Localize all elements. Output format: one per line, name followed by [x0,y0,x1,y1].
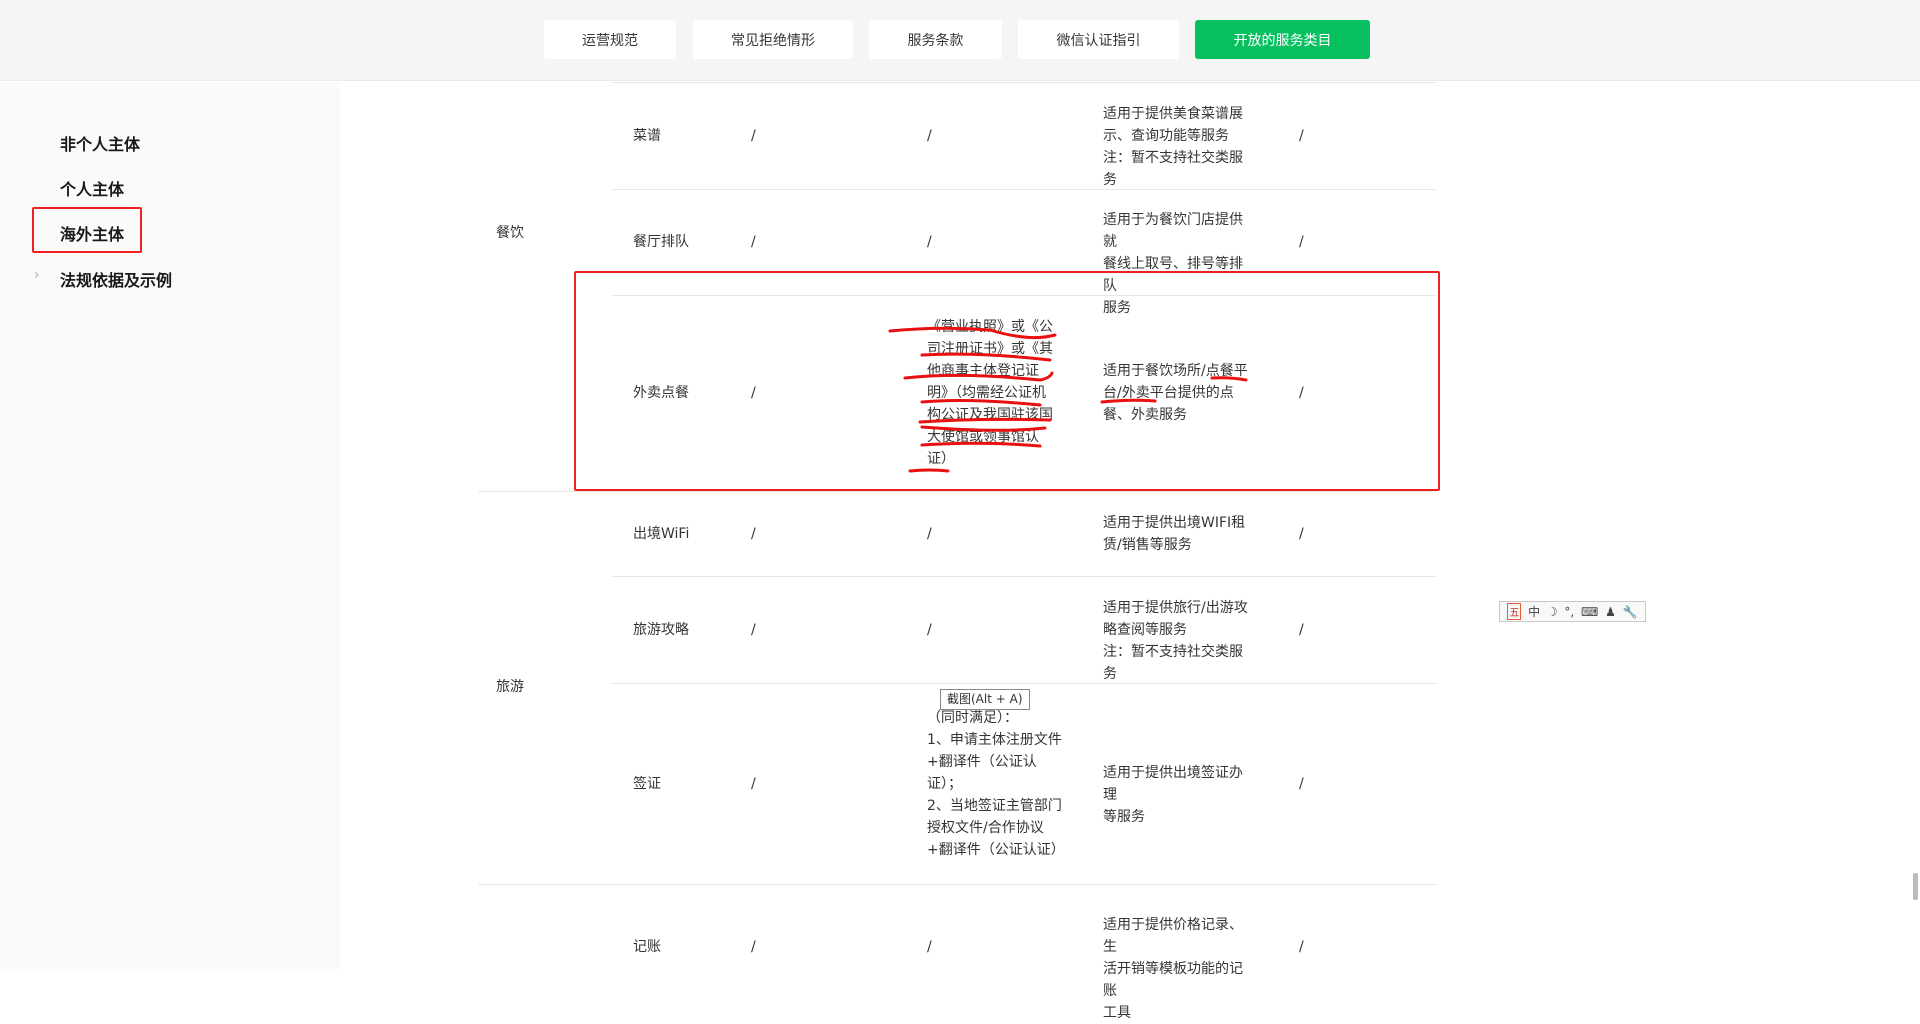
handwritten-underlines [888,326,1248,473]
ime-keyboard-icon[interactable]: ⌨ [1581,605,1598,619]
ime-settings-icon[interactable]: 🔧 [1623,605,1638,619]
text-line: 工具 [1103,1004,1131,1021]
ime-toolbar[interactable]: 五 中 ☽ °, ⌨ ♟ 🔧 [1499,601,1646,622]
ime-chinese-icon[interactable]: 中 [1528,603,1540,620]
ime-user-icon[interactable]: ♟ [1605,605,1616,619]
screenshot-tooltip: 截图(Alt + A) [940,689,1030,710]
scrollbar-thumb[interactable] [1913,873,1918,900]
ime-moon-icon[interactable]: ☽ [1547,605,1558,619]
ime-mode-icon[interactable]: 五 [1507,603,1522,620]
ime-punctuation-icon[interactable]: °, [1564,605,1574,619]
